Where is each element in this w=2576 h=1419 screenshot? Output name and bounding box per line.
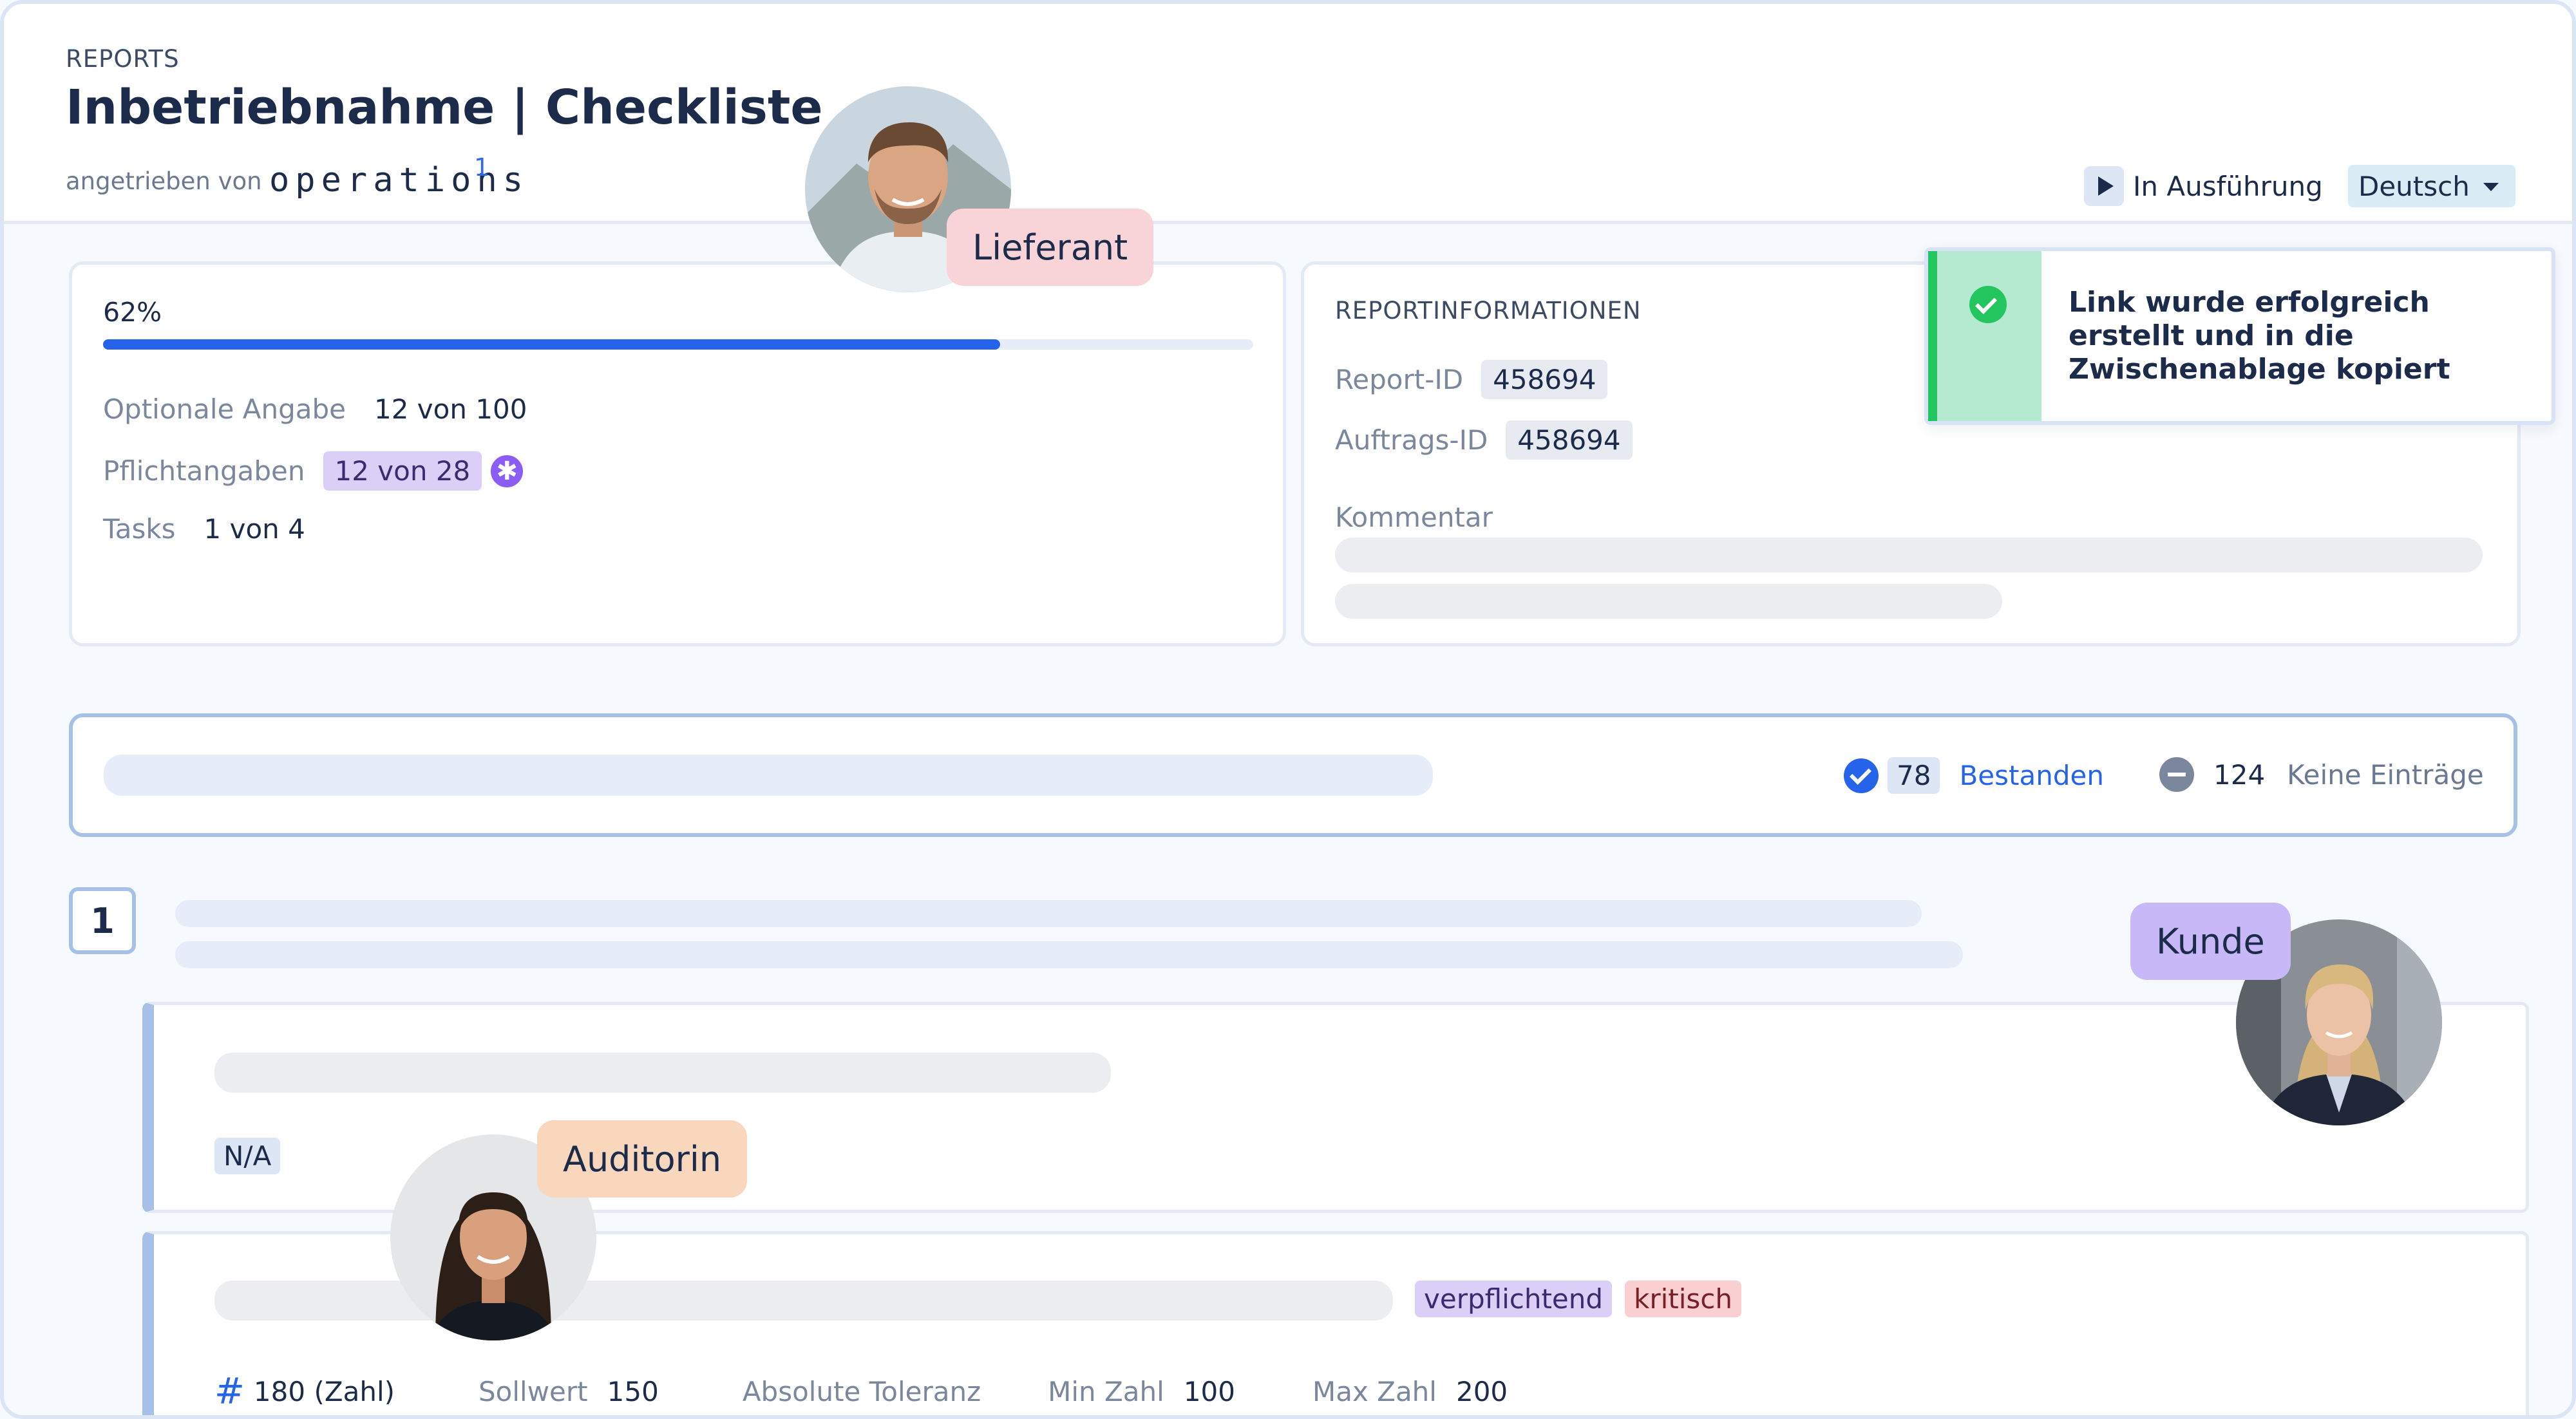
na-badge[interactable]: N/A <box>214 1138 281 1174</box>
language-select[interactable]: Deutsch <box>2348 165 2515 207</box>
report-id-row: Report-ID 458694 <box>1335 360 1608 399</box>
report-info-title: REPORTINFORMATIONEN <box>1335 297 1642 324</box>
no-entries-label: Keine Einträge <box>2287 758 2484 791</box>
target-label: Sollwert <box>478 1376 588 1407</box>
order-id-value[interactable]: 458694 <box>1506 420 1633 460</box>
max-label: Max Zahl <box>1312 1376 1437 1407</box>
progress-bar <box>103 339 1253 350</box>
min-label: Min Zahl <box>1048 1376 1164 1407</box>
success-toast[interactable]: Link wurde erfolgreich erstellt und in d… <box>1924 247 2555 425</box>
no-entries-filter[interactable]: 124 Keine Einträge <box>2159 757 2484 792</box>
optional-fields-label: Optionale Angabe <box>103 393 346 425</box>
item-value: 180 (Zahl) <box>253 1376 395 1407</box>
brand-logo-superscript: 1 <box>474 153 490 182</box>
page-title: Inbetriebnahme | Checkliste <box>66 80 823 135</box>
passed-count: 78 <box>1888 757 1940 794</box>
page-header: REPORTS Inbetriebnahme | Checkliste ange… <box>4 4 2572 224</box>
section-title-placeholder <box>175 900 1922 927</box>
supplier-label: Lieferant <box>947 209 1154 286</box>
toast-message: Link wurde erfolgreich erstellt und in d… <box>2069 286 2450 386</box>
powered-by-label: angetrieben von <box>66 167 262 195</box>
check-circle-icon <box>1969 286 2007 323</box>
comment-label: Kommentar <box>1335 502 1493 533</box>
mandatory-fields-row: Pflichtangaben 12 von 28 ✱ <box>103 451 524 491</box>
tasks-label: Tasks <box>103 513 176 545</box>
results-summary-bar: 78 Bestanden 124 Keine Einträge <box>69 713 2517 837</box>
brand-logo: operations <box>269 161 529 200</box>
optional-fields-value: 12 von 100 <box>374 393 527 425</box>
passed-label: Bestanden <box>1959 760 2104 791</box>
mandatory-fields-badge[interactable]: 12 von 28 <box>323 451 482 491</box>
status-label: In Ausführung <box>2133 170 2323 202</box>
breadcrumb-reports[interactable]: REPORTS <box>66 45 180 73</box>
caret-down-icon <box>2483 183 2499 191</box>
app-window: REPORTS Inbetriebnahme | Checkliste ange… <box>0 0 2576 1419</box>
check-circle-icon <box>1844 758 1879 793</box>
item-title-placeholder <box>214 1281 1393 1320</box>
asterisk-icon: ✱ <box>491 455 524 487</box>
minus-circle-icon <box>2159 757 2194 792</box>
order-id-row: Auftrags-ID 458694 <box>1335 420 1633 460</box>
language-value: Deutsch <box>2358 170 2470 202</box>
max-value: 200 <box>1455 1376 1508 1407</box>
comment-placeholder-line <box>1335 538 2483 572</box>
tasks-value: 1 von 4 <box>204 513 305 545</box>
hash-icon: # <box>214 1371 245 1413</box>
auditor-label: Auditorin <box>537 1120 748 1198</box>
comment-placeholder-line <box>1335 584 2002 619</box>
mandatory-fields-label: Pflichtangaben <box>103 455 305 487</box>
critical-tag: kritisch <box>1625 1281 1741 1317</box>
passed-filter[interactable]: 78 Bestanden <box>1844 757 2104 794</box>
item-title-placeholder <box>214 1053 1111 1093</box>
order-id-label: Auftrags-ID <box>1335 424 1488 456</box>
tasks-row: Tasks 1 von 4 <box>103 513 305 545</box>
progress-percent: 62% <box>103 297 162 328</box>
progress-bar-fill <box>103 339 1001 350</box>
report-id-value[interactable]: 458694 <box>1481 360 1608 399</box>
customer-label: Kunde <box>2130 903 2291 980</box>
toast-status-bar <box>1928 251 2041 421</box>
min-value: 100 <box>1183 1376 1235 1407</box>
no-entries-count: 124 <box>2213 758 2266 791</box>
mandatory-tag: verpflichtend <box>1415 1281 1613 1317</box>
progress-card: 62% Optionale Angabe 12 von 100 Pflichta… <box>69 261 1286 646</box>
optional-fields-row: Optionale Angabe 12 von 100 <box>103 393 527 425</box>
item-number-details: # 180 (Zahl) Sollwert 150 Absolute Toler… <box>214 1371 1508 1413</box>
play-icon[interactable] <box>2084 166 2124 206</box>
section-number[interactable]: 1 <box>69 887 136 954</box>
tolerance-label: Absolute Toleranz <box>742 1376 981 1407</box>
section-subtitle-placeholder <box>175 941 1963 968</box>
execution-status[interactable]: In Ausführung <box>2084 165 2323 207</box>
search-placeholder[interactable] <box>104 755 1433 796</box>
report-id-label: Report-ID <box>1335 364 1464 395</box>
target-value: 150 <box>607 1376 659 1407</box>
